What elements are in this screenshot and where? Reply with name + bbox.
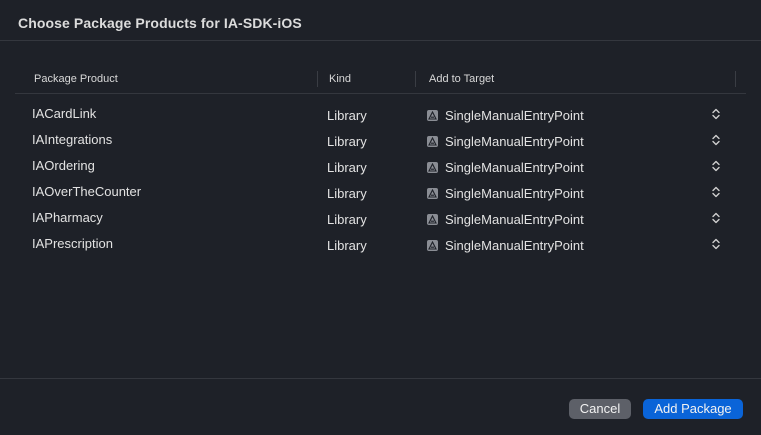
popup-chevron-up-down-icon[interactable] [710,185,722,199]
table-row[interactable]: IAOrdering Library SingleManualEntryPoin… [15,152,746,178]
column-header-kind[interactable]: Kind [329,73,351,85]
table-row[interactable]: IAIntegrations Library SingleManualEntry… [15,126,746,152]
package-product-name: IACardLink [32,106,97,121]
package-products-table: Package Product Kind Add to Target IACar… [15,67,746,256]
package-product-name: IAIntegrations [32,132,113,147]
column-divider[interactable] [735,71,736,87]
app-target-icon [427,214,438,225]
footer-divider [0,378,761,379]
column-divider[interactable] [317,71,318,87]
add-package-button[interactable]: Add Package [643,399,743,419]
app-target-icon [427,110,438,121]
target-popup[interactable]: SingleManualEntryPoint [427,212,584,227]
product-kind: Library [327,134,367,149]
target-popup[interactable]: SingleManualEntryPoint [427,160,584,175]
product-kind: Library [327,238,367,253]
target-popup[interactable]: SingleManualEntryPoint [427,134,584,149]
product-kind: Library [327,212,367,227]
target-name: SingleManualEntryPoint [445,108,584,123]
column-header-package-product[interactable]: Package Product [34,73,118,85]
target-popup[interactable]: SingleManualEntryPoint [427,238,584,253]
app-target-icon [427,162,438,173]
column-divider[interactable] [415,71,416,87]
target-name: SingleManualEntryPoint [445,134,584,149]
table-header: Package Product Kind Add to Target [15,67,746,94]
target-name: SingleManualEntryPoint [445,238,584,253]
package-product-name: IAPharmacy [32,210,103,225]
table-row[interactable]: IACardLink Library SingleManualEntryPoin… [15,100,746,126]
product-kind: Library [327,108,367,123]
package-product-name: IAOverTheCounter [32,184,142,199]
table-row[interactable]: IAPrescription Library SingleManualEntry… [15,230,746,256]
choose-package-products-dialog: Choose Package Products for IA-SDK-iOS P… [0,0,761,435]
popup-chevron-up-down-icon[interactable] [710,107,722,121]
title-divider [0,40,761,41]
app-target-icon [427,136,438,147]
product-kind: Library [327,160,367,175]
package-product-name: IAPrescription [32,236,113,251]
table-row[interactable]: IAPharmacy Library SingleManualEntryPoin… [15,204,746,230]
target-name: SingleManualEntryPoint [445,212,584,227]
cancel-button[interactable]: Cancel [569,399,631,419]
table-row[interactable]: IAOverTheCounter Library SingleManualEnt… [15,178,746,204]
dialog-title: Choose Package Products for IA-SDK-iOS [18,15,302,31]
target-popup[interactable]: SingleManualEntryPoint [427,186,584,201]
table-body: IACardLink Library SingleManualEntryPoin… [15,94,746,256]
popup-chevron-up-down-icon[interactable] [710,159,722,173]
app-target-icon [427,240,438,251]
target-name: SingleManualEntryPoint [445,160,584,175]
target-popup[interactable]: SingleManualEntryPoint [427,108,584,123]
package-product-name: IAOrdering [32,158,95,173]
popup-chevron-up-down-icon[interactable] [710,237,722,251]
popup-chevron-up-down-icon[interactable] [710,211,722,225]
product-kind: Library [327,186,367,201]
target-name: SingleManualEntryPoint [445,186,584,201]
column-header-add-to-target[interactable]: Add to Target [429,73,494,85]
popup-chevron-up-down-icon[interactable] [710,133,722,147]
app-target-icon [427,188,438,199]
